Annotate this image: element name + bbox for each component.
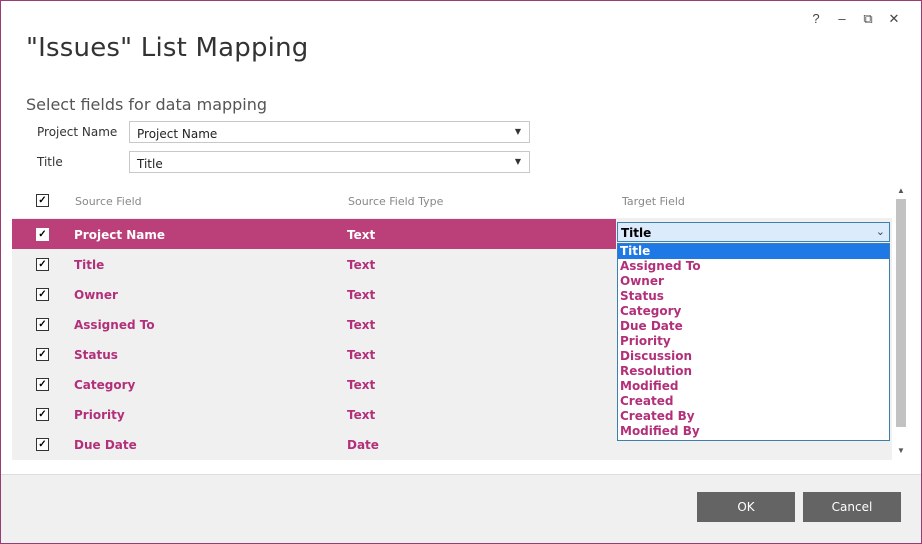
source-type-cell: Text	[347, 228, 376, 242]
select-all-checkbox[interactable]: ✓	[36, 194, 49, 207]
source-field-cell: Title	[74, 258, 105, 272]
source-type-cell: Text	[347, 378, 376, 392]
title-select[interactable]: Title ▼	[129, 151, 530, 173]
header-source-field-type: Source Field Type	[348, 195, 444, 208]
row-checkbox[interactable]: ✓	[36, 348, 49, 361]
dropdown-option[interactable]: Modified	[618, 379, 889, 394]
field-label: Project Name	[37, 125, 118, 139]
dropdown-option[interactable]: Created	[618, 394, 889, 409]
dropdown-option[interactable]: Assigned To	[618, 259, 889, 274]
source-field-cell: Owner	[74, 288, 118, 302]
scroll-up-icon[interactable]: ▲	[894, 184, 908, 198]
header-source-field: Source Field	[75, 195, 142, 208]
header-target-field: Target Field	[622, 195, 685, 208]
dropdown-option[interactable]: Category	[618, 304, 889, 319]
field-row-title: Title Title ▼	[37, 151, 530, 173]
source-field-cell: Category	[74, 378, 136, 392]
cancel-button[interactable]: Cancel	[803, 492, 901, 522]
source-field-cell: Project Name	[74, 228, 166, 242]
section-subtitle: Select fields for data mapping	[26, 95, 268, 114]
row-checkbox[interactable]: ✓	[36, 438, 49, 451]
dropdown-arrow-icon[interactable]: ▼	[511, 124, 525, 140]
dropdown-option[interactable]: Created By	[618, 409, 889, 424]
scrollbar-thumb[interactable]	[896, 199, 906, 427]
target-field-value: Title	[621, 226, 652, 240]
dropdown-option[interactable]: Status	[618, 289, 889, 304]
source-field-cell: Assigned To	[74, 318, 155, 332]
source-field-cell: Status	[74, 348, 118, 362]
close-icon[interactable]: ✕	[881, 11, 907, 27]
dialog-title: "Issues" List Mapping	[26, 33, 309, 63]
dropdown-option[interactable]: Modified By	[618, 424, 889, 439]
dropdown-option[interactable]: Resolution	[618, 364, 889, 379]
source-type-cell: Text	[347, 408, 376, 422]
row-checkbox[interactable]: ✓	[36, 408, 49, 421]
source-type-cell: Date	[347, 438, 379, 452]
row-checkbox[interactable]: ✓	[36, 378, 49, 391]
chevron-down-icon[interactable]: ⌄	[876, 225, 885, 238]
source-type-cell: Text	[347, 348, 376, 362]
dropdown-option[interactable]: Due Date	[618, 319, 889, 334]
dropdown-option[interactable]: Owner	[618, 274, 889, 289]
source-field-cell: Priority	[74, 408, 125, 422]
list-mapping-dialog: ? – ⧉ ✕ "Issues" List Mapping Select fie…	[0, 0, 922, 544]
ok-button[interactable]: OK	[697, 492, 795, 522]
row-checkbox[interactable]: ✓	[36, 318, 49, 331]
table-row[interactable]: ✓ Project Name Text	[12, 219, 616, 249]
help-icon[interactable]: ?	[803, 11, 829, 27]
row-checkbox[interactable]: ✓	[36, 288, 49, 301]
target-field-dropdown-list: Title Assigned To Owner Status Category …	[617, 243, 890, 441]
minimize-icon[interactable]: –	[829, 11, 855, 27]
grid-header: ✓ Source Field Source Field Type Target …	[12, 184, 892, 218]
source-type-cell: Text	[347, 318, 376, 332]
field-row-project-name: Project Name Project Name ▼	[37, 121, 530, 143]
scroll-down-icon[interactable]: ▼	[894, 444, 908, 458]
dropdown-arrow-icon[interactable]: ▼	[511, 154, 525, 170]
row-checkbox[interactable]: ✓	[36, 228, 49, 241]
dropdown-option[interactable]: Discussion	[618, 349, 889, 364]
select-value: Project Name	[137, 127, 218, 141]
dropdown-option[interactable]: Title	[618, 244, 889, 259]
source-field-cell: Due Date	[74, 438, 137, 452]
select-value: Title	[137, 157, 163, 171]
restore-icon[interactable]: ⧉	[855, 11, 881, 27]
project-name-select[interactable]: Project Name ▼	[129, 121, 530, 143]
target-field-select[interactable]: Title ⌄	[617, 222, 890, 242]
row-checkbox[interactable]: ✓	[36, 258, 49, 271]
field-label: Title	[37, 155, 63, 169]
dropdown-option[interactable]: Priority	[618, 334, 889, 349]
source-type-cell: Text	[347, 288, 376, 302]
source-type-cell: Text	[347, 258, 376, 272]
window-controls: ? – ⧉ ✕	[803, 11, 907, 27]
grid-scrollbar[interactable]: ▲ ▼	[894, 184, 908, 460]
